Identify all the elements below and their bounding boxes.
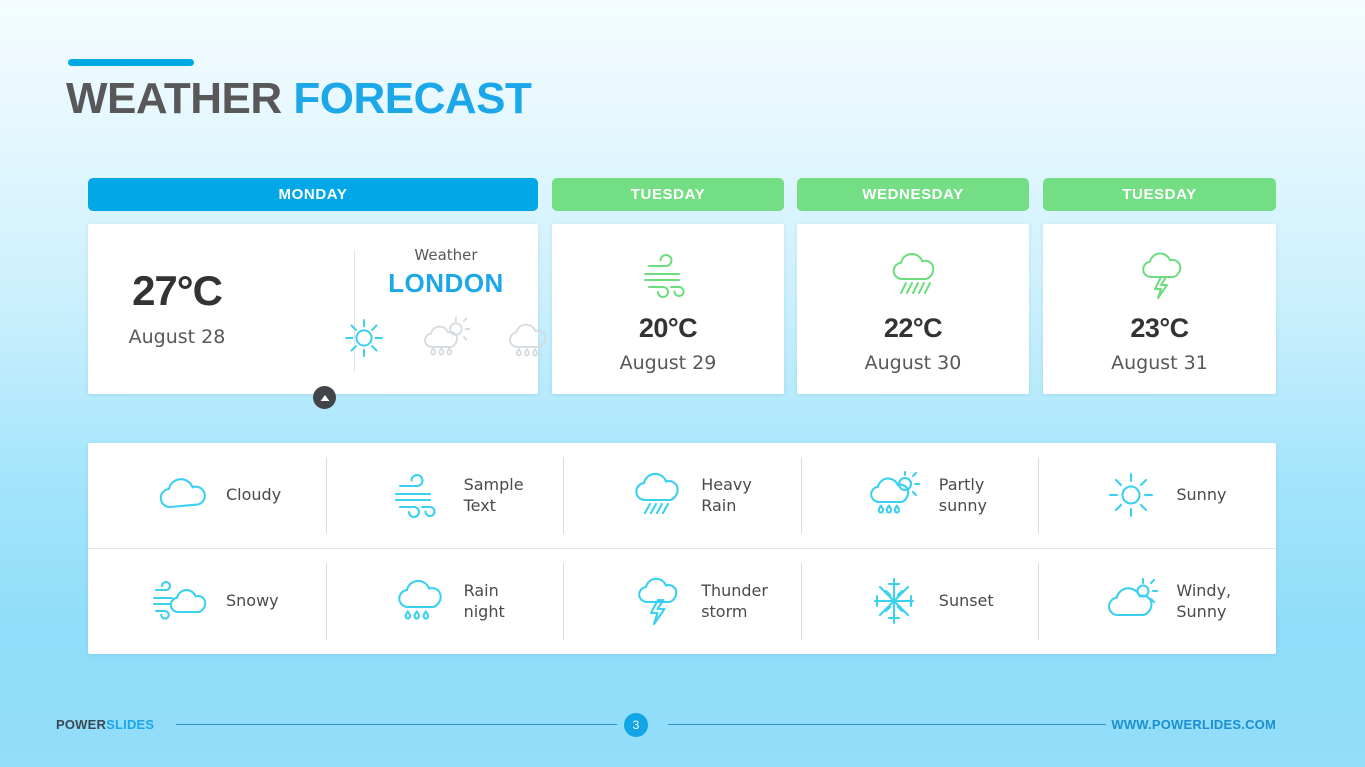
legend-label: Rain night: [463, 580, 505, 622]
legend-item-sunny[interactable]: Sunny: [1038, 443, 1276, 548]
legend-label: Sample Text: [463, 474, 524, 516]
legend-item-windy-sunny[interactable]: Windy, Sunny: [1038, 549, 1276, 655]
partly-sunny-icon: [863, 469, 925, 521]
day-temperature: 23°C: [1130, 312, 1189, 343]
day-card-monday[interactable]: 27°C August 28 Weather LONDON: [88, 224, 547, 394]
partly-sunny-rain-icon[interactable]: [418, 313, 474, 363]
triangle-up-icon: [320, 394, 329, 401]
legend-item-snowy[interactable]: Snowy: [88, 549, 326, 655]
day-header-tuesday-2[interactable]: TUESDAY: [1043, 178, 1276, 211]
wind-icon: [637, 249, 699, 301]
featured-temperature: 27°C: [132, 267, 223, 314]
rain-cloud-icon: [882, 249, 944, 301]
title-accent-bar: [68, 59, 194, 66]
day-header-tuesday[interactable]: TUESDAY: [552, 178, 784, 211]
footer-divider-right: [668, 724, 1106, 725]
snowy-icon: [150, 575, 212, 627]
legend-item-heavy-rain[interactable]: Heavy Rain: [563, 443, 801, 548]
legend-item-rain-night[interactable]: Rain night: [325, 549, 564, 655]
legend-item-sunset[interactable]: Sunset: [800, 549, 1039, 655]
legend-label: Snowy: [226, 591, 279, 611]
footer-brand: POWERSLIDES: [56, 717, 154, 732]
weather-legend-panel: Cloudy Sample Text Heavy Rain Partly sun…: [88, 443, 1276, 654]
legend-label: Windy, Sunny: [1176, 580, 1232, 622]
featured-weather-label: Weather: [414, 246, 478, 264]
day-temperature: 22°C: [883, 312, 943, 343]
day-date: August 29: [619, 351, 717, 374]
legend-label: Sunset: [938, 591, 994, 611]
cloudy-icon: [150, 469, 212, 521]
sunset-icon: [863, 575, 925, 627]
page-title-primary: WEATHER: [66, 74, 282, 123]
page-title: WEATHER FORECAST: [66, 74, 532, 124]
legend-item-partly-sunny[interactable]: Partly sunny: [800, 443, 1039, 548]
day-date: August 31: [1111, 351, 1208, 374]
wind-icon: [388, 469, 450, 521]
legend-label: Sunny: [1176, 485, 1227, 505]
footer-brand-primary: POWER: [56, 717, 107, 732]
footer: POWERSLIDES 3 WWW.POWERLIDES.COM: [0, 712, 1365, 748]
legend-label: Thunder storm: [701, 580, 768, 622]
page-title-accent: FORECAST: [293, 74, 532, 123]
footer-brand-accent: SLIDES: [106, 717, 155, 732]
day-header-wednesday[interactable]: WEDNESDAY: [797, 178, 1029, 211]
day-card-wednesday[interactable]: 22°C August 30: [797, 224, 1029, 394]
legend-item-thunder-storm[interactable]: Thunder storm: [563, 549, 801, 655]
day-card-tuesday[interactable]: 20°C August 29: [552, 224, 784, 394]
day-header-label: WEDNESDAY: [862, 186, 964, 203]
thunderstorm-icon: [625, 575, 687, 627]
legend-item-sample-text[interactable]: Sample Text: [325, 443, 564, 548]
footer-divider-left: [176, 724, 617, 725]
featured-icon-row: [336, 313, 556, 363]
expand-toggle-button[interactable]: [313, 386, 336, 409]
featured-summary: 27°C August 28: [88, 224, 266, 394]
day-header-label: MONDAY: [278, 186, 348, 203]
day-date: August 30: [864, 351, 962, 374]
day-header-monday[interactable]: MONDAY: [88, 178, 538, 211]
featured-city: LONDON: [388, 268, 504, 298]
legend-label: Heavy Rain: [701, 474, 752, 516]
legend-label: Partly sunny: [938, 474, 988, 516]
windy-sunny-icon: [1100, 575, 1162, 627]
day-temperature: 20°C: [638, 312, 698, 343]
sun-icon: [1100, 469, 1162, 521]
sun-icon[interactable]: [336, 313, 392, 363]
legend-row: Snowy Rain night Thunder storm Sunset Wi…: [88, 549, 1276, 655]
legend-label: Cloudy: [226, 485, 282, 505]
day-card-tuesday-2[interactable]: 23°C August 31: [1043, 224, 1276, 394]
footer-url[interactable]: WWW.POWERLIDES.COM: [1111, 717, 1276, 732]
legend-item-cloudy[interactable]: Cloudy: [88, 443, 326, 548]
legend-row: Cloudy Sample Text Heavy Rain Partly sun…: [88, 443, 1276, 549]
day-header-label: TUESDAY: [1122, 186, 1197, 203]
thunderstorm-icon: [1129, 249, 1191, 301]
rain-cloud-icon[interactable]: [500, 313, 556, 363]
rain-night-icon: [388, 575, 450, 627]
heavy-rain-icon: [625, 469, 687, 521]
day-header-label: TUESDAY: [630, 186, 706, 203]
featured-date: August 28: [128, 326, 226, 348]
featured-location-block: Weather LONDON: [345, 224, 547, 394]
page-number-badge: 3: [624, 713, 648, 737]
